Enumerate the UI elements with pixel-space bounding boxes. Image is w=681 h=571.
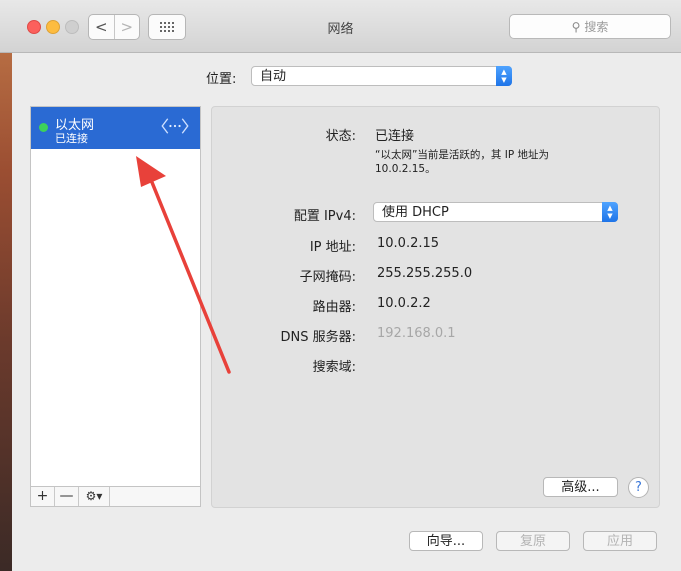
ethernet-arrows-icon — [161, 118, 189, 134]
status-description: “以太网”当前是活跃的，其 IP 地址为 10.0.2.15。 — [375, 149, 549, 175]
subnet-mask-value: 255.255.255.0 — [377, 266, 473, 281]
apply-button[interactable]: 应用 — [583, 531, 657, 551]
gear-menu-button[interactable]: ⚙▾ — [79, 487, 110, 506]
config-ipv4-value: 使用 DHCP — [382, 205, 449, 220]
router-value: 10.0.2.2 — [377, 296, 431, 311]
config-ipv4-label: 配置 IPv4: — [293, 209, 356, 224]
service-list: 以太网 已连接 — [30, 106, 201, 488]
search-icon: ⚲ — [571, 19, 581, 34]
popup-stepper-icon: ▲ ▼ — [602, 202, 618, 222]
location-value: 自动 — [260, 69, 287, 84]
subnet-mask-label: 子网掩码: — [299, 270, 356, 285]
search-domain-label: 搜索域: — [312, 360, 356, 375]
location-popup[interactable]: 自动 ▲ ▼ — [251, 66, 512, 86]
search-placeholder: 搜索 — [584, 20, 609, 34]
router-label: 路由器: — [312, 300, 356, 315]
desktop-background — [0, 0, 12, 571]
revert-button[interactable]: 复原 — [496, 531, 570, 551]
status-label: 状态: — [325, 129, 356, 144]
status-dot-icon — [39, 123, 48, 132]
add-service-button[interactable]: + — [31, 487, 55, 506]
popup-stepper-icon: ▲ ▼ — [496, 66, 512, 86]
assist-me-button[interactable]: 向导... — [409, 531, 483, 551]
dns-server-value: 192.168.0.1 — [377, 326, 456, 341]
dns-server-label: DNS 服务器: — [280, 330, 357, 345]
service-list-toolbar: + — ⚙▾ — [30, 486, 201, 507]
remove-service-button[interactable]: — — [55, 487, 79, 506]
config-ipv4-popup[interactable]: 使用 DHCP ▲ ▼ — [373, 202, 618, 222]
help-button[interactable]: ? — [628, 477, 649, 498]
ip-address-value: 10.0.2.15 — [377, 236, 440, 251]
title-bar: < > 网络 ⚲ 搜索 — [0, 0, 681, 53]
search-field[interactable]: ⚲ 搜索 — [509, 14, 671, 39]
service-status: 已连接 — [55, 132, 88, 145]
advanced-button[interactable]: 高级... — [543, 477, 618, 497]
ip-address-label: IP 地址: — [309, 240, 356, 255]
location-label: 位置: — [206, 72, 237, 87]
status-value: 已连接 — [375, 129, 415, 144]
